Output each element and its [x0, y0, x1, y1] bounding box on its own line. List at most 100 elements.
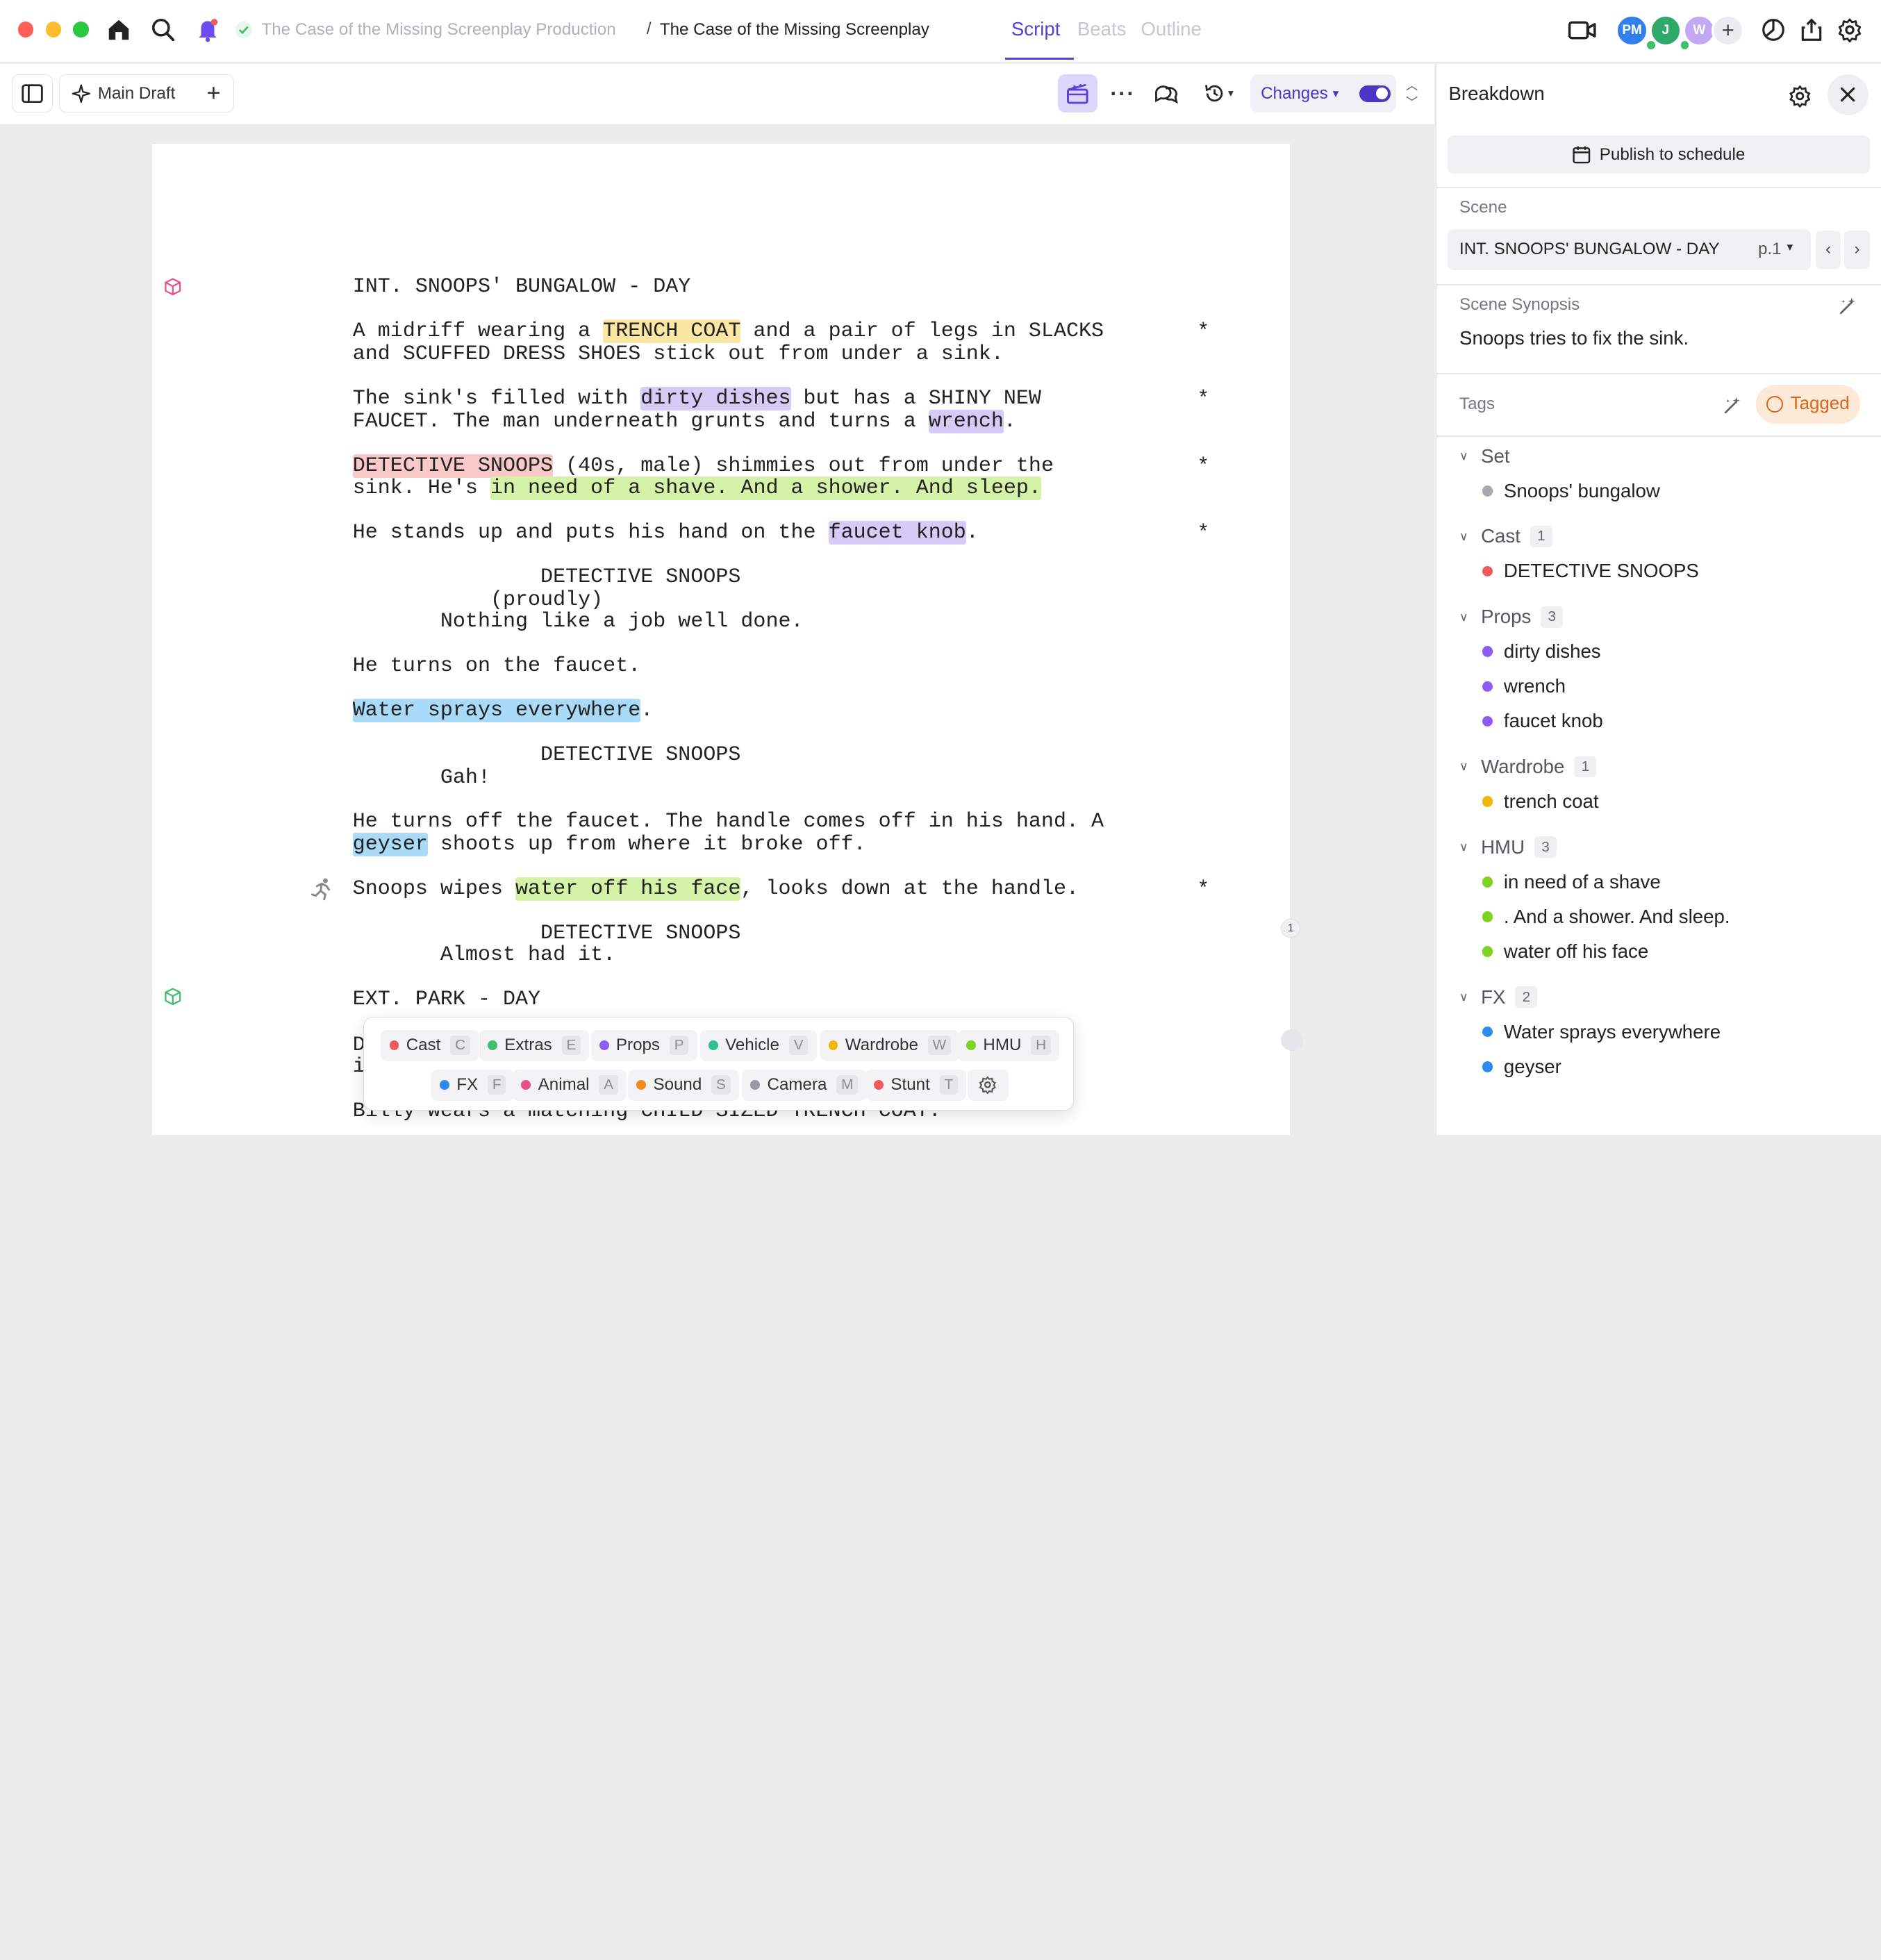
tag-group-wardrobe[interactable]: ∨ Wardrobe 1	[1459, 756, 1597, 778]
script-line[interactable]: Snoops wipes water off his face, looks d…	[353, 877, 1079, 902]
toggle-sidebar-button[interactable]	[12, 74, 53, 113]
tagged-element-hmu[interactable]: water off his face	[515, 877, 741, 902]
tag-group-set[interactable]: ∨ Set	[1459, 445, 1510, 467]
close-window-button[interactable]	[17, 22, 34, 38]
tag-chip-hmu[interactable]: HMU H	[958, 1029, 1060, 1061]
script-line[interactable]: He turns off the faucet. The handle come…	[353, 811, 1104, 833]
tagged-element-cast[interactable]: DETECTIVE SNOOPS	[352, 454, 554, 478]
breakdown-mode-button[interactable]	[1058, 74, 1098, 113]
breadcrumb-script[interactable]: The Case of the Missing Screenplay	[660, 20, 929, 40]
tag-item[interactable]: wrench	[1482, 675, 1566, 697]
script-line[interactable]: Almost had it.	[353, 944, 615, 967]
bell-icon[interactable]	[192, 15, 223, 46]
pie-chart-icon[interactable]	[1757, 15, 1789, 46]
next-scene-button[interactable]: ›	[1844, 230, 1870, 269]
script-line[interactable]: (proudly)	[353, 589, 603, 612]
chevron-down-icon[interactable]: ∨	[1459, 449, 1474, 463]
chevron-down-icon[interactable]: ∨	[1459, 840, 1474, 854]
script-line[interactable]: Nothing like a job well done.	[353, 611, 804, 633]
magic-wand-icon[interactable]	[1837, 295, 1859, 317]
chevron-down-icon[interactable]: ∨	[1459, 990, 1474, 1004]
script-line[interactable]: DETECTIVE SNOOPS (40s, male) shimmies ou…	[352, 454, 1054, 478]
tag-item[interactable]: Snoops' bungalow	[1482, 480, 1660, 502]
tag-chip-cast[interactable]: Cast C	[381, 1029, 479, 1061]
tagged-filter-button[interactable]: Tagged	[1755, 385, 1860, 424]
home-icon[interactable]	[103, 15, 135, 46]
script-line[interactable]: DETECTIVE SNOOPS	[353, 922, 740, 945]
tagged-element-wardrobe[interactable]: TRENCH COAT	[603, 319, 741, 344]
more-options-button[interactable]: ···	[1104, 74, 1142, 113]
tag-chip-wardrobe[interactable]: Wardrobe W	[820, 1029, 960, 1061]
tag-group-fx[interactable]: ∨ FX 2	[1459, 986, 1538, 1008]
script-line[interactable]: FAUCET. The man underneath grunts and tu…	[353, 409, 1016, 433]
previous-scene-button[interactable]: ‹	[1815, 230, 1841, 269]
tag-chip-sound[interactable]: Sound S	[628, 1069, 739, 1101]
tag-item[interactable]: dirty dishes	[1482, 640, 1601, 663]
search-icon[interactable]	[147, 15, 179, 46]
minimize-window-button[interactable]	[45, 22, 62, 38]
tab-outline[interactable]: Outline	[1141, 18, 1202, 40]
tag-chip-props[interactable]: Props P	[590, 1029, 697, 1061]
script-line[interactable]: Water sprays everywhere.	[352, 698, 653, 722]
chevron-down-icon[interactable]: ﹀	[1406, 94, 1418, 110]
script-line[interactable]: sink. He's in need of a shave. And a sho…	[353, 476, 1041, 501]
script-line[interactable]: He turns on the faucet.	[353, 655, 641, 678]
tag-chip-fx[interactable]: FX F	[431, 1069, 515, 1101]
comments-button[interactable]	[1147, 74, 1185, 113]
tagged-element-props[interactable]: faucet knob	[828, 521, 966, 545]
scene-stepper[interactable]: ︿ ﹀	[1401, 74, 1423, 113]
history-dropdown-button[interactable]: ▾	[1193, 74, 1244, 113]
script-line[interactable]: INT. SNOOPS' BUNGALOW - DAY	[353, 276, 691, 299]
avatar-pm[interactable]: PM	[1616, 14, 1648, 47]
tagged-element-fx[interactable]: geyser	[352, 833, 428, 857]
comment-count-badge[interactable]: 1	[1281, 918, 1301, 938]
script-line[interactable]: The sink's filled with dirty dishes but …	[353, 386, 1041, 410]
tag-group-cast[interactable]: ∨ Cast 1	[1459, 525, 1552, 547]
stunt-runner-icon[interactable]	[310, 877, 334, 901]
tab-script[interactable]: Script	[1011, 18, 1061, 40]
settings-gear-icon[interactable]	[1834, 15, 1866, 46]
close-panel-button[interactable]	[1828, 74, 1868, 115]
magic-wand-icon[interactable]	[1722, 395, 1743, 416]
script-line[interactable]: DETECTIVE SNOOPS	[353, 744, 740, 767]
chevron-up-icon[interactable]: ︿	[1406, 77, 1418, 94]
tag-item[interactable]: water off his face	[1482, 940, 1648, 963]
tag-item[interactable]: DETECTIVE SNOOPS	[1482, 560, 1699, 582]
share-icon[interactable]	[1796, 15, 1827, 46]
tab-beats[interactable]: Beats	[1077, 18, 1127, 40]
tag-chip-camera[interactable]: Camera M	[742, 1069, 867, 1101]
script-page[interactable]: 1 INT. SNOOPS' BUNGALOW - DAY A midriff w…	[152, 144, 1303, 1135]
scene-cube-icon[interactable]	[163, 987, 183, 1006]
tagged-element-props[interactable]: dirty dishes	[640, 386, 791, 410]
script-line[interactable]: and SCUFFED DRESS SHOES stick out from u…	[353, 343, 1004, 366]
chevron-down-icon[interactable]: ∨	[1459, 759, 1474, 774]
tag-item[interactable]: . And a shower. And sleep.	[1482, 906, 1730, 928]
tag-chip-vehicle[interactable]: Vehicle V	[699, 1029, 817, 1061]
tag-chip-animal[interactable]: Animal A	[513, 1069, 627, 1101]
script-line[interactable]: He stands up and puts his hand on the fa…	[353, 521, 979, 545]
breakdown-settings-button[interactable]	[1784, 81, 1816, 112]
publish-to-schedule-button[interactable]: Publish to schedule	[1447, 135, 1870, 174]
changes-toggle[interactable]	[1359, 85, 1391, 102]
synopsis-text[interactable]: Snoops tries to fix the sink.	[1459, 327, 1689, 349]
script-line[interactable]: A midriff wearing a TRENCH COAT and a pa…	[353, 319, 1104, 344]
script-line[interactable]: DETECTIVE SNOOPS	[353, 566, 740, 589]
chevron-down-icon[interactable]: ∨	[1459, 610, 1474, 624]
tag-group-hmu[interactable]: ∨ HMU 3	[1459, 836, 1557, 858]
script-line[interactable]: Gah!	[353, 766, 490, 790]
tagged-element-fx[interactable]: Water sprays everywhere	[352, 698, 641, 722]
tag-item[interactable]: geyser	[1482, 1056, 1561, 1078]
tag-chip-stunt[interactable]: Stunt T	[865, 1069, 967, 1101]
tag-item[interactable]: Water sprays everywhere	[1482, 1021, 1721, 1043]
zoom-window-button[interactable]	[73, 22, 89, 38]
tag-settings-button[interactable]	[967, 1069, 1009, 1101]
tagged-element-hmu[interactable]: in need of a shave. And a shower. And sl…	[490, 476, 1041, 501]
tag-item[interactable]: trench coat	[1482, 790, 1599, 813]
script-scroll-area[interactable]: 1 INT. SNOOPS' BUNGALOW - DAY A midriff w…	[0, 126, 1435, 1135]
script-line[interactable]: EXT. PARK - DAY	[353, 988, 540, 1011]
add-collaborator-button[interactable]: +	[1712, 14, 1745, 47]
tagged-element-props[interactable]: wrench	[928, 409, 1004, 433]
script-line[interactable]: geyser shoots up from where it broke off…	[352, 833, 866, 857]
video-call-icon[interactable]	[1566, 15, 1598, 46]
chevron-down-icon[interactable]: ∨	[1459, 529, 1474, 544]
